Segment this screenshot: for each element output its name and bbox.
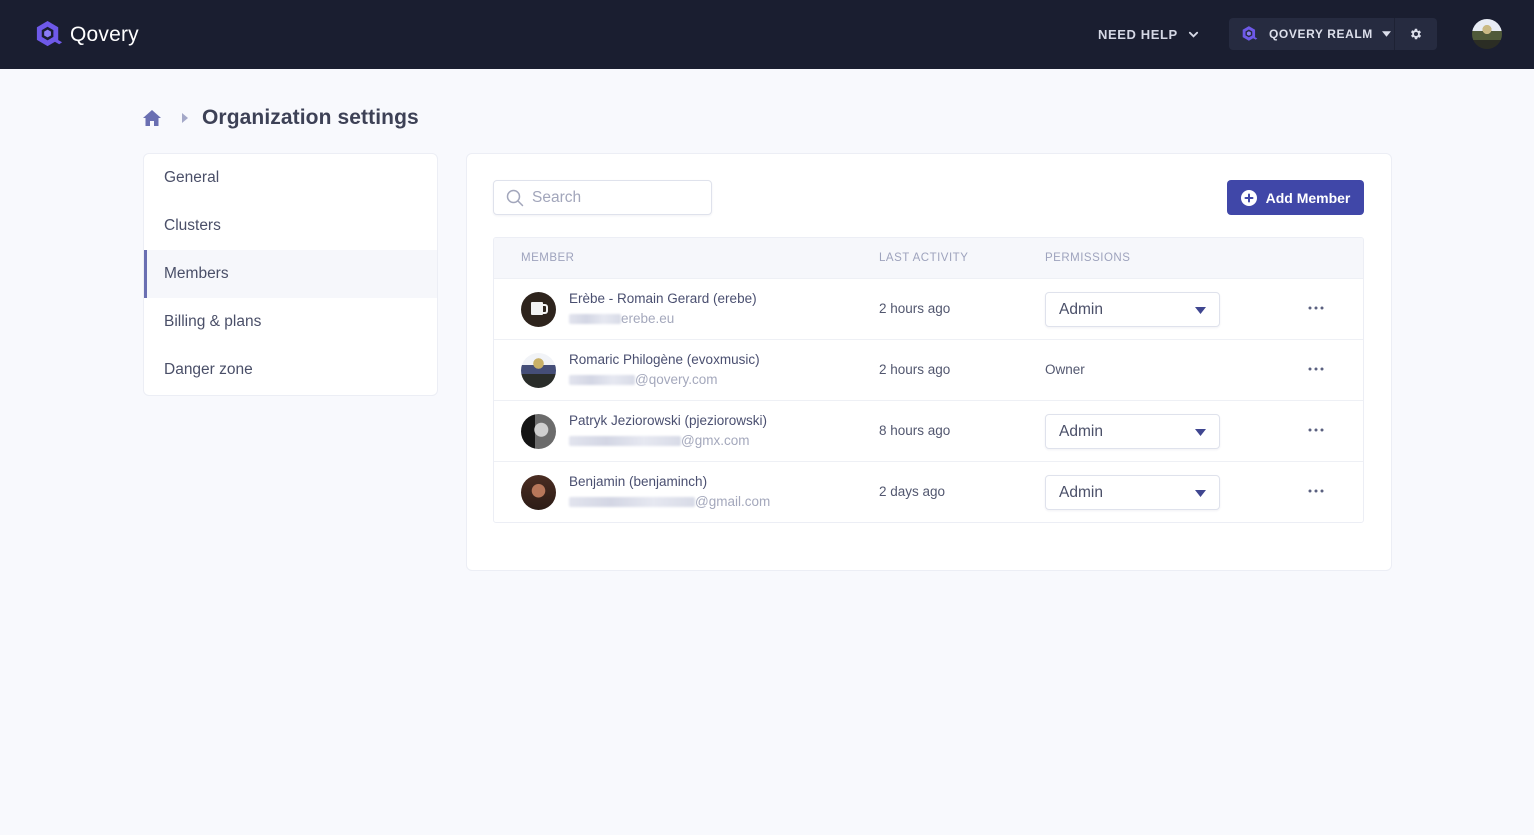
sidebar-item-label: Clusters (164, 217, 221, 234)
table-header: MEMBER LAST ACTIVITY PERMISSIONS (494, 238, 1363, 278)
last-activity: 2 hours ago (879, 301, 951, 316)
redacted-email-prefix (569, 496, 695, 507)
logo-text: Qovery (70, 22, 139, 46)
table-row: Erèbe - Romain Gerard (erebe) erebe.eu 2… (494, 278, 1363, 339)
top-navigation-bar: Qovery NEED HELP QOVERY REALM (0, 0, 1534, 69)
column-header-member: MEMBER (521, 252, 575, 264)
last-activity: 8 hours ago (879, 423, 951, 438)
page-title: Organization settings (202, 106, 419, 129)
more-actions-button[interactable] (1306, 480, 1326, 502)
sidebar-item-label: Members (164, 265, 229, 282)
permission-value: Owner (1045, 362, 1085, 377)
permission-value: Admin (1059, 483, 1103, 501)
permission-value: Admin (1059, 422, 1103, 440)
chevron-down-icon (1188, 31, 1198, 38)
organization-dropdown[interactable]: QOVERY REALM (1229, 18, 1395, 50)
organization-switcher: QOVERY REALM (1229, 18, 1437, 50)
sidebar-item-general[interactable]: General (144, 154, 437, 202)
ellipsis-icon (1308, 489, 1324, 493)
member-name: Benjamin (benjaminch) (569, 474, 708, 489)
sidebar-item-label: General (164, 169, 220, 186)
member-name: Patryk Jeziorowski (pjeziorowski) (569, 413, 768, 428)
member-email-domain: erebe.eu (621, 311, 675, 326)
member-avatar (521, 353, 556, 388)
table-row: Romaric Philogène (evoxmusic) @qovery.co… (494, 339, 1363, 400)
member-name: Erèbe - Romain Gerard (erebe) (569, 291, 757, 306)
more-actions-button[interactable] (1306, 358, 1326, 380)
ellipsis-icon (1308, 428, 1324, 432)
caret-down-icon (1195, 429, 1206, 436)
member-email-domain: @gmx.com (681, 433, 750, 448)
qovery-logo[interactable]: Qovery (34, 19, 139, 50)
user-avatar[interactable] (1472, 19, 1502, 49)
member-avatar (521, 475, 556, 510)
coffee-mug-icon (531, 302, 548, 315)
column-header-last-activity: LAST ACTIVITY (879, 252, 969, 264)
member-avatar (521, 292, 556, 327)
ellipsis-icon (1308, 306, 1324, 310)
more-actions-button[interactable] (1306, 297, 1326, 319)
need-help-label: NEED HELP (1098, 26, 1178, 42)
member-email-domain: @qovery.com (635, 372, 718, 387)
search-icon (506, 189, 524, 206)
settings-sidebar: General Clusters Members Billing & plans… (143, 153, 438, 396)
breadcrumb: Organization settings (142, 104, 419, 132)
permission-select[interactable]: Admin (1045, 414, 1220, 449)
redacted-email-prefix (569, 313, 621, 324)
members-panel: Add Member MEMBER LAST ACTIVITY PERMISSI… (466, 153, 1392, 571)
column-header-permissions: PERMISSIONS (1045, 252, 1131, 264)
sidebar-item-label: Billing & plans (164, 313, 262, 330)
member-email: @gmx.com (569, 433, 749, 448)
more-actions-button[interactable] (1306, 419, 1326, 441)
need-help-menu[interactable]: NEED HELP (1098, 24, 1199, 44)
sidebar-item-members[interactable]: Members (144, 250, 437, 298)
qovery-logo-icon (36, 20, 63, 47)
plus-circle-icon (1240, 189, 1257, 206)
permission-select[interactable]: Admin (1045, 292, 1220, 327)
add-member-button[interactable]: Add Member (1227, 180, 1364, 215)
search-field[interactable] (493, 180, 712, 215)
permission-select[interactable]: Admin (1045, 475, 1220, 510)
organization-settings-button[interactable] (1395, 18, 1437, 50)
member-name: Romaric Philogène (evoxmusic) (569, 352, 760, 367)
table-row: Patryk Jeziorowski (pjeziorowski) @gmx.c… (494, 400, 1363, 461)
sidebar-item-billing-plans[interactable]: Billing & plans (144, 298, 437, 346)
member-email: @qovery.com (569, 372, 717, 387)
caret-down-icon (1195, 490, 1206, 497)
table-row: Benjamin (benjaminch) @gmail.com 2 days … (494, 461, 1363, 522)
organization-name: QOVERY REALM (1269, 27, 1373, 41)
member-email-domain: @gmail.com (695, 494, 771, 509)
organization-logo-icon (1242, 26, 1258, 41)
home-icon[interactable] (142, 109, 162, 127)
gear-icon (1410, 28, 1422, 40)
add-member-label: Add Member (1265, 189, 1351, 206)
caret-down-icon (1381, 31, 1391, 37)
last-activity: 2 hours ago (879, 362, 951, 377)
member-avatar (521, 414, 556, 449)
sidebar-item-danger-zone[interactable]: Danger zone (144, 346, 437, 394)
members-table: MEMBER LAST ACTIVITY PERMISSIONS Erèbe -… (493, 237, 1364, 523)
sidebar-item-clusters[interactable]: Clusters (144, 202, 437, 250)
redacted-email-prefix (569, 435, 681, 446)
redacted-email-prefix (569, 374, 635, 385)
ellipsis-icon (1308, 367, 1324, 371)
member-email: erebe.eu (569, 311, 674, 326)
caret-down-icon (1195, 307, 1206, 314)
chevron-right-icon (182, 113, 188, 123)
search-input[interactable] (532, 188, 702, 207)
member-email: @gmail.com (569, 494, 770, 509)
permission-value: Admin (1059, 300, 1103, 318)
last-activity: 2 days ago (879, 484, 946, 499)
sidebar-item-label: Danger zone (164, 361, 253, 378)
